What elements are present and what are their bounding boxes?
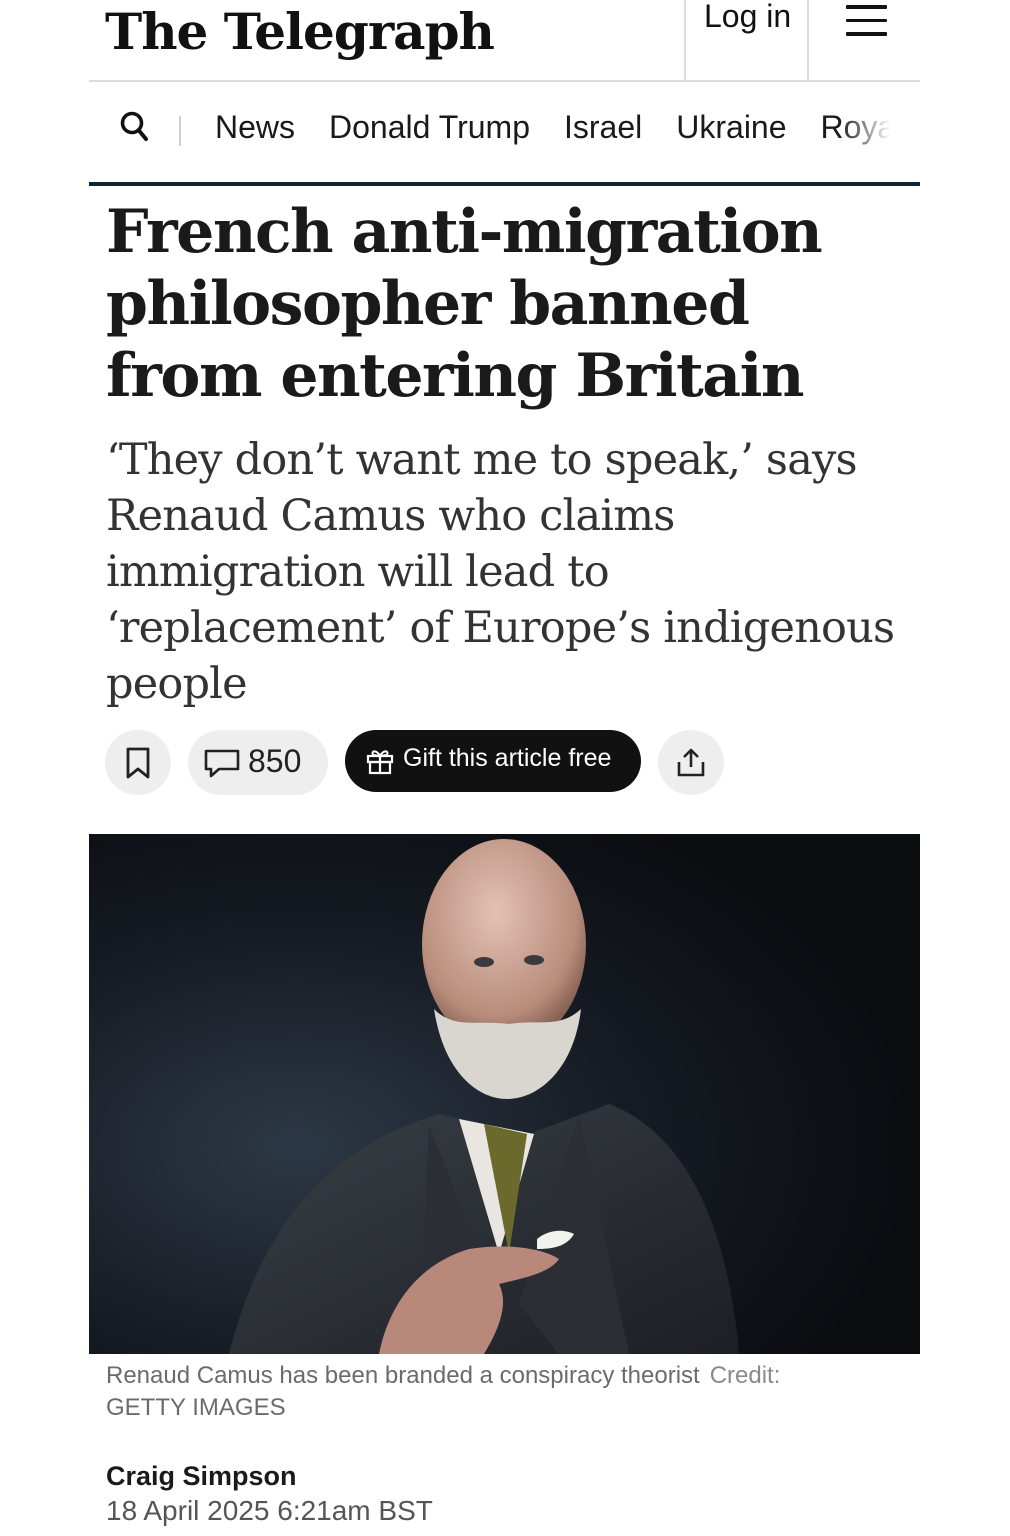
nav-item-ukraine[interactable]: Ukraine [676,109,786,145]
gift-article-label: Gift this article free [403,744,612,772]
article-image[interactable] [89,834,920,1354]
nav-item-israel[interactable]: Israel [564,109,642,145]
article-headline: French anti-migration philosopher banned… [106,197,823,411]
telegraph-logo[interactable]: The Telegraph [105,2,495,61]
share-button[interactable] [658,730,724,795]
nav-item-news[interactable]: News [215,109,295,145]
nav-items: NewsDonald TrumpIsraelUkraineRoyals [215,109,900,149]
section-nav: NewsDonald TrumpIsraelUkraineRoyals [89,82,920,186]
share-icon [677,748,705,777]
nav-fade [840,109,900,149]
nav-divider [179,116,181,146]
comment-icon [204,749,240,778]
bookmark-button[interactable] [105,730,171,795]
masthead: The Telegraph Log in [89,0,920,82]
gift-icon [366,750,394,775]
credit-source: GETTY IMAGES [106,1394,286,1421]
comment-count: 850 [248,743,302,779]
article-standfirst: ‘They don’t want me to speak,’ says Rena… [106,435,895,709]
image-caption: Renaud Camus has been branded a conspira… [106,1360,896,1424]
login-link[interactable]: Log in [704,0,791,35]
bookmark-icon [126,747,150,779]
publish-date: 18 April 2025 6:21am BST [106,1495,433,1526]
gift-article-button[interactable]: Gift this article free [345,730,641,792]
comments-button[interactable]: 850 [188,730,328,795]
search-icon[interactable] [119,110,151,144]
nav-item-donald-trump[interactable]: Donald Trump [329,109,530,145]
caption-text: Renaud Camus has been branded a conspira… [106,1362,700,1389]
credit-label: Credit: [709,1362,781,1389]
login-container: Log in [684,0,809,80]
page: The Telegraph Log in News Donald Trump Isr… [89,0,920,1526]
author-byline[interactable]: Craig Simpson [106,1461,297,1492]
hamburger-menu-icon[interactable] [846,5,887,37]
